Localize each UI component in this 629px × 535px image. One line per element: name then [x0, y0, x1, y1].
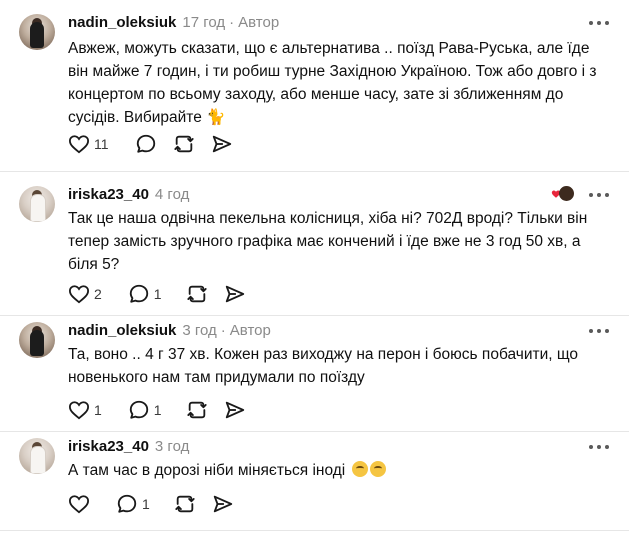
like-button[interactable]	[68, 494, 90, 514]
heart-icon	[68, 495, 90, 514]
comment-icon	[136, 134, 155, 153]
author-badge: Автор	[238, 14, 280, 31]
comment-text: Так це наша одвічна пекельна колісниця, …	[68, 210, 588, 273]
more-icon[interactable]	[589, 14, 609, 32]
reaction-indicator[interactable]	[551, 186, 574, 202]
like-count: 11	[94, 136, 109, 152]
repost-button[interactable]	[186, 399, 208, 421]
like-count: 1	[94, 402, 102, 418]
action-bar: 1	[68, 493, 250, 515]
send-icon	[212, 135, 231, 153]
comment-icon	[129, 284, 148, 303]
share-button[interactable]	[224, 283, 246, 305]
username[interactable]: iriska23_40	[68, 438, 149, 455]
send-icon	[213, 495, 232, 513]
repost-button[interactable]	[174, 493, 196, 515]
action-bar: 2 1	[68, 283, 262, 305]
comment-meta: nadin_oleksiuk 17 год · Автор	[68, 14, 280, 31]
timestamp[interactable]: 3 год	[155, 438, 189, 455]
divider	[0, 431, 629, 432]
repost-icon	[175, 495, 195, 513]
reply-button[interactable]: 1	[128, 399, 162, 421]
timestamp[interactable]: 17 год	[182, 14, 225, 31]
comment-icon	[129, 400, 148, 419]
laughing-emoji-icon	[351, 461, 368, 477]
divider	[0, 530, 629, 531]
comment-icon	[117, 494, 137, 513]
username[interactable]: nadin_oleksiuk	[68, 322, 176, 339]
divider	[0, 315, 629, 316]
reactor-avatar	[559, 186, 574, 201]
repost-icon	[173, 135, 194, 153]
heart-icon	[68, 135, 90, 154]
timestamp[interactable]: 4 год	[155, 186, 189, 203]
reply-count: 1	[153, 402, 162, 418]
reply-button[interactable]: 1	[116, 493, 150, 515]
author-badge: Автор	[229, 322, 271, 339]
reply-count: 1	[142, 496, 150, 512]
share-button[interactable]	[224, 399, 246, 421]
reply-button[interactable]: 1	[128, 283, 162, 305]
like-count: 2	[94, 286, 102, 302]
username[interactable]: iriska23_40	[68, 186, 149, 203]
send-icon	[225, 285, 244, 303]
send-icon	[225, 401, 244, 419]
repost-icon	[186, 401, 207, 419]
comment-text: А там час в дорозі ніби міняється іноді	[68, 459, 608, 482]
comment-meta: iriska23_40 4 год	[68, 186, 189, 204]
action-bar: 1 1	[68, 399, 262, 421]
comment-text: Авжеж, можуть сказати, що є альтернатива…	[68, 40, 597, 126]
share-button[interactable]	[211, 133, 233, 155]
reply-count: 1	[153, 286, 162, 302]
comment-meta: nadin_oleksiuk 3 год · Автор	[68, 322, 271, 339]
reply-button[interactable]	[135, 133, 157, 155]
like-button[interactable]: 2	[68, 284, 102, 304]
avatar[interactable]	[19, 322, 55, 358]
like-button[interactable]: 1	[68, 400, 102, 420]
cat-emoji-icon: 🐈	[206, 109, 226, 126]
divider	[0, 171, 629, 172]
repost-button[interactable]	[186, 283, 208, 305]
timestamp[interactable]: 3 год	[182, 322, 216, 339]
more-icon[interactable]	[589, 438, 609, 456]
avatar[interactable]	[19, 186, 55, 222]
username[interactable]: nadin_oleksiuk	[68, 14, 176, 31]
avatar[interactable]	[19, 438, 55, 474]
repost-icon	[186, 285, 207, 303]
action-bar: 11	[68, 133, 249, 155]
like-button[interactable]: 11	[68, 134, 109, 154]
comment-meta: iriska23_40 3 год	[68, 438, 189, 456]
repost-button[interactable]	[173, 133, 195, 155]
avatar[interactable]	[19, 14, 55, 50]
heart-icon	[68, 401, 90, 420]
comment-text: Та, воно .. 4 г 37 хв. Кожен раз виходжу…	[68, 346, 579, 386]
share-button[interactable]	[212, 493, 234, 515]
heart-icon	[68, 285, 90, 304]
laughing-emoji-icon	[369, 461, 386, 477]
more-icon[interactable]	[589, 186, 609, 204]
more-icon[interactable]	[589, 322, 609, 340]
